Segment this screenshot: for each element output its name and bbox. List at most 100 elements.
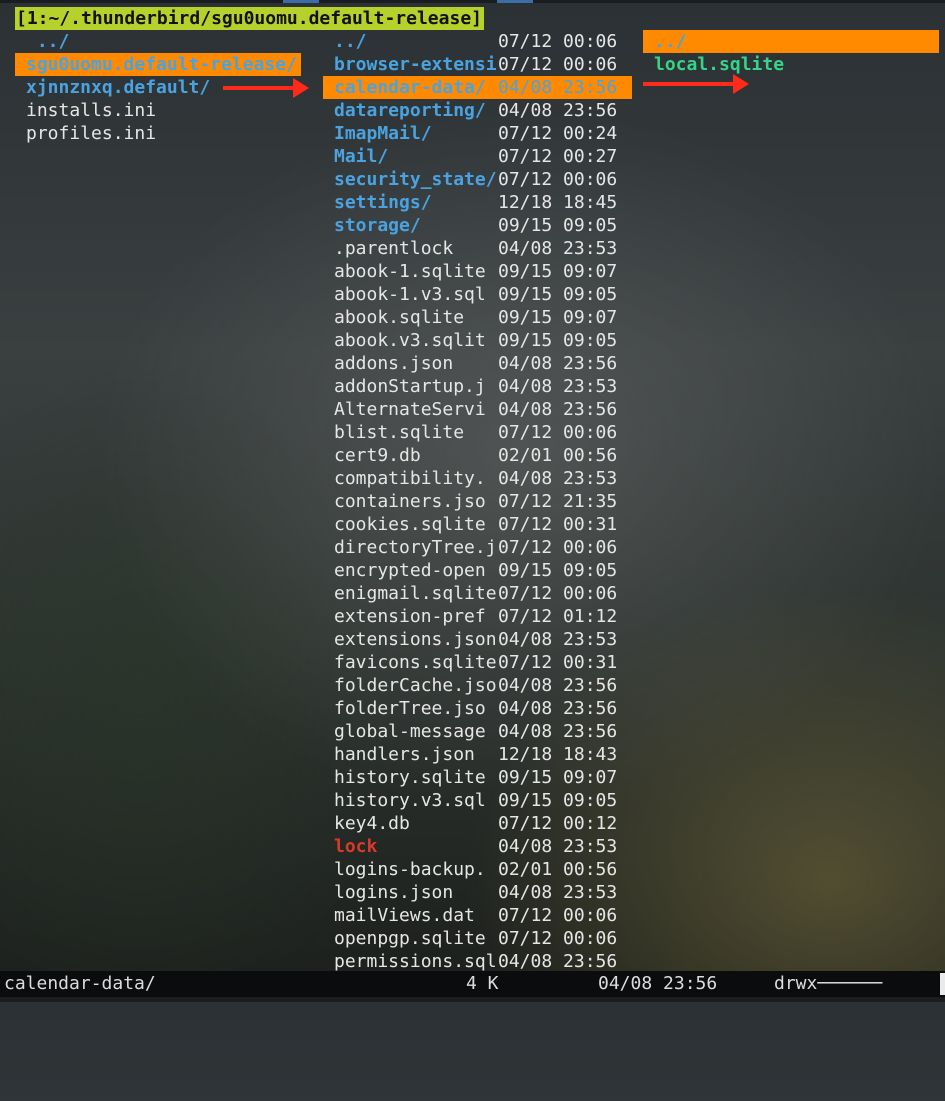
file-entry[interactable]: history.sqlite 09/15 09:07	[323, 766, 632, 789]
entry-name: blist.sqlite	[334, 422, 465, 443]
file-entry[interactable]: key4.db 07/12 00:12	[323, 812, 632, 835]
file-entry[interactable]: extensions.json 04/08 23:53	[323, 628, 632, 651]
file-entry[interactable]: AlternateServi 04/08 23:56	[323, 398, 632, 421]
entry-name: history.v3.sql	[334, 790, 486, 811]
file-entry[interactable]: enigmail.sqlite 07/12 00:06	[323, 582, 632, 605]
file-entry[interactable]: handlers.json 12/18 18:43	[323, 743, 632, 766]
status-bar: calendar-data/ 4 K 04/08 23:56 drwx─────…	[0, 971, 945, 997]
file-entry[interactable]: mailViews.dat 07/12 00:06	[323, 904, 632, 927]
entry-mtime: 09/15 09:05	[498, 560, 618, 581]
file-entry[interactable]: installs.ini	[15, 99, 301, 122]
entry-mtime: 04/08 23:56	[498, 698, 618, 719]
file-entry[interactable]: global-message 04/08 23:56	[323, 720, 632, 743]
entry-mtime: 07/12 00:06	[498, 537, 618, 558]
entry-name: AlternateServi	[334, 399, 486, 420]
status-permissions: drwx──────	[774, 973, 883, 994]
entry-name: mailViews.dat	[334, 905, 475, 926]
directory-entry[interactable]: datareporting/04/08 23:56	[323, 99, 632, 122]
parent-dir-entry[interactable]: ../ 07/12 00:06	[323, 30, 632, 53]
file-entry[interactable]: abook.v3.sqlit 09/15 09:05	[323, 329, 632, 352]
file-entry[interactable]: favicons.sqlite 07/12 00:31	[323, 651, 632, 674]
entry-name: permissions.sql	[334, 951, 497, 972]
entry-mtime: 07/12 00:24	[498, 123, 618, 144]
file-entry[interactable]: abook.sqlite 09/15 09:07	[323, 306, 632, 329]
entry-mtime: 04/08 23:53	[498, 836, 618, 857]
file-entry[interactable]: history.v3.sql 09/15 09:05	[323, 789, 632, 812]
file-entry[interactable]: addons.json 04/08 23:56	[323, 352, 632, 375]
directory-entry[interactable]: browser-extensi 07/12 00:06	[323, 53, 632, 76]
file-entry[interactable]: directoryTree.j 07/12 00:06	[323, 536, 632, 559]
file-entry[interactable]: folderCache.jso 04/08 23:56	[323, 674, 632, 697]
entry-name: history.sqlite	[334, 767, 486, 788]
entry-mtime: 04/08 23:56	[498, 951, 618, 972]
file-entry[interactable]: abook-1.v3.sql 09/15 09:05	[323, 283, 632, 306]
entry-mtime: 02/01 00:56	[498, 859, 618, 880]
parent-dir-entry[interactable]: ../	[643, 30, 939, 53]
file-entry[interactable]: logins-backup. 02/01 00:56	[323, 858, 632, 881]
entry-name: openpgp.sqlite	[334, 928, 486, 949]
file-entry[interactable]: local.sqlite	[643, 53, 939, 76]
file-entry[interactable]: cookies.sqlite 07/12 00:31	[323, 513, 632, 536]
tab-indicator[interactable]	[497, 0, 533, 3]
entry-name: browser-extensi	[334, 54, 497, 75]
file-entry[interactable]: encrypted-open 09/15 09:05	[323, 559, 632, 582]
file-entry[interactable]: .parentlock 04/08 23:53	[323, 237, 632, 260]
parent-dir-entry[interactable]: ../	[15, 30, 301, 53]
file-entry[interactable]: blist.sqlite 07/12 00:06	[323, 421, 632, 444]
entry-mtime: 07/12 00:27	[498, 146, 618, 167]
file-entry[interactable]: openpgp.sqlite 07/12 00:06	[323, 927, 632, 950]
entry-mtime: 04/08 23:56	[498, 399, 618, 420]
file-entry[interactable]: abook-1.sqlite 09/15 09:07	[323, 260, 632, 283]
entry-name: extensions.json	[334, 629, 497, 650]
entry-name: logins.json	[334, 882, 454, 903]
directory-entry[interactable]: settings/12/18 18:45	[323, 191, 632, 214]
directory-entry[interactable]: security_state/07/12 00:06	[323, 168, 632, 191]
entry-mtime: 12/18 18:45	[498, 192, 618, 213]
file-entry[interactable]: cert9.db 02/01 00:56	[323, 444, 632, 467]
terminal-cursor	[940, 973, 945, 995]
entry-name: cert9.db	[334, 445, 421, 466]
entry-mtime: 04/08 23:53	[498, 376, 618, 397]
entry-name: logins-backup.	[334, 859, 486, 880]
entry-mtime: 09/15 09:07	[498, 261, 618, 282]
entry-name: datareporting/	[334, 100, 486, 121]
file-entry[interactable]: extension-pref 07/12 01:12	[323, 605, 632, 628]
entry-name: .parentlock	[334, 238, 454, 259]
file-entry[interactable]: compatibility. 04/08 23:53	[323, 467, 632, 490]
file-entry[interactable]: permissions.sql 04/08 23:56	[323, 950, 632, 973]
file-entry[interactable]: profiles.ini	[15, 122, 301, 145]
file-entry[interactable]: addonStartup.j 04/08 23:53	[323, 375, 632, 398]
entry-mtime: 02/01 00:56	[498, 445, 618, 466]
entry-name: sgu0uomu.default-release/	[26, 54, 297, 75]
directory-entry[interactable]: sgu0uomu.default-release/	[15, 53, 301, 76]
entry-name: ImapMail/	[334, 123, 432, 144]
directory-entry[interactable]: storage/09/15 09:05	[323, 214, 632, 237]
file-entry[interactable]: lock 04/08 23:53	[323, 835, 632, 858]
entry-name: folderTree.jso	[334, 698, 486, 719]
entry-name: favicons.sqlite	[334, 652, 497, 673]
entry-name: lock	[334, 836, 378, 857]
entry-name: key4.db	[334, 813, 410, 834]
red-arrow-annotation	[223, 78, 309, 98]
directory-entry[interactable]: ImapMail/07/12 00:24	[323, 122, 632, 145]
terminal-top-strip	[0, 0, 945, 3]
entry-name: profiles.ini	[26, 123, 157, 144]
status-mtime: 04/08 23:56	[598, 973, 718, 994]
entry-name: directoryTree.j	[334, 537, 497, 558]
file-entry[interactable]: folderTree.jso 04/08 23:56	[323, 697, 632, 720]
entry-name: Mail/	[334, 146, 389, 167]
file-entry[interactable]: logins.json 04/08 23:53	[323, 881, 632, 904]
directory-entry[interactable]: calendar-data/04/08 23:56	[323, 76, 632, 99]
entry-mtime: 04/08 23:56	[498, 100, 618, 121]
entry-name: ../	[334, 31, 367, 52]
entry-name: abook.v3.sqlit	[334, 330, 486, 351]
entry-name: folderCache.jso	[334, 675, 497, 696]
directory-entry[interactable]: Mail/07/12 00:27	[323, 145, 632, 168]
entry-mtime: 07/12 00:12	[498, 813, 618, 834]
entry-name: abook-1.sqlite	[334, 261, 486, 282]
file-entry[interactable]: containers.jso 07/12 21:35	[323, 490, 632, 513]
entry-mtime: 09/15 09:05	[498, 790, 618, 811]
entry-name: containers.jso	[334, 491, 486, 512]
tab-indicator[interactable]	[283, 0, 319, 3]
entry-mtime: 04/08 23:56	[498, 721, 618, 742]
